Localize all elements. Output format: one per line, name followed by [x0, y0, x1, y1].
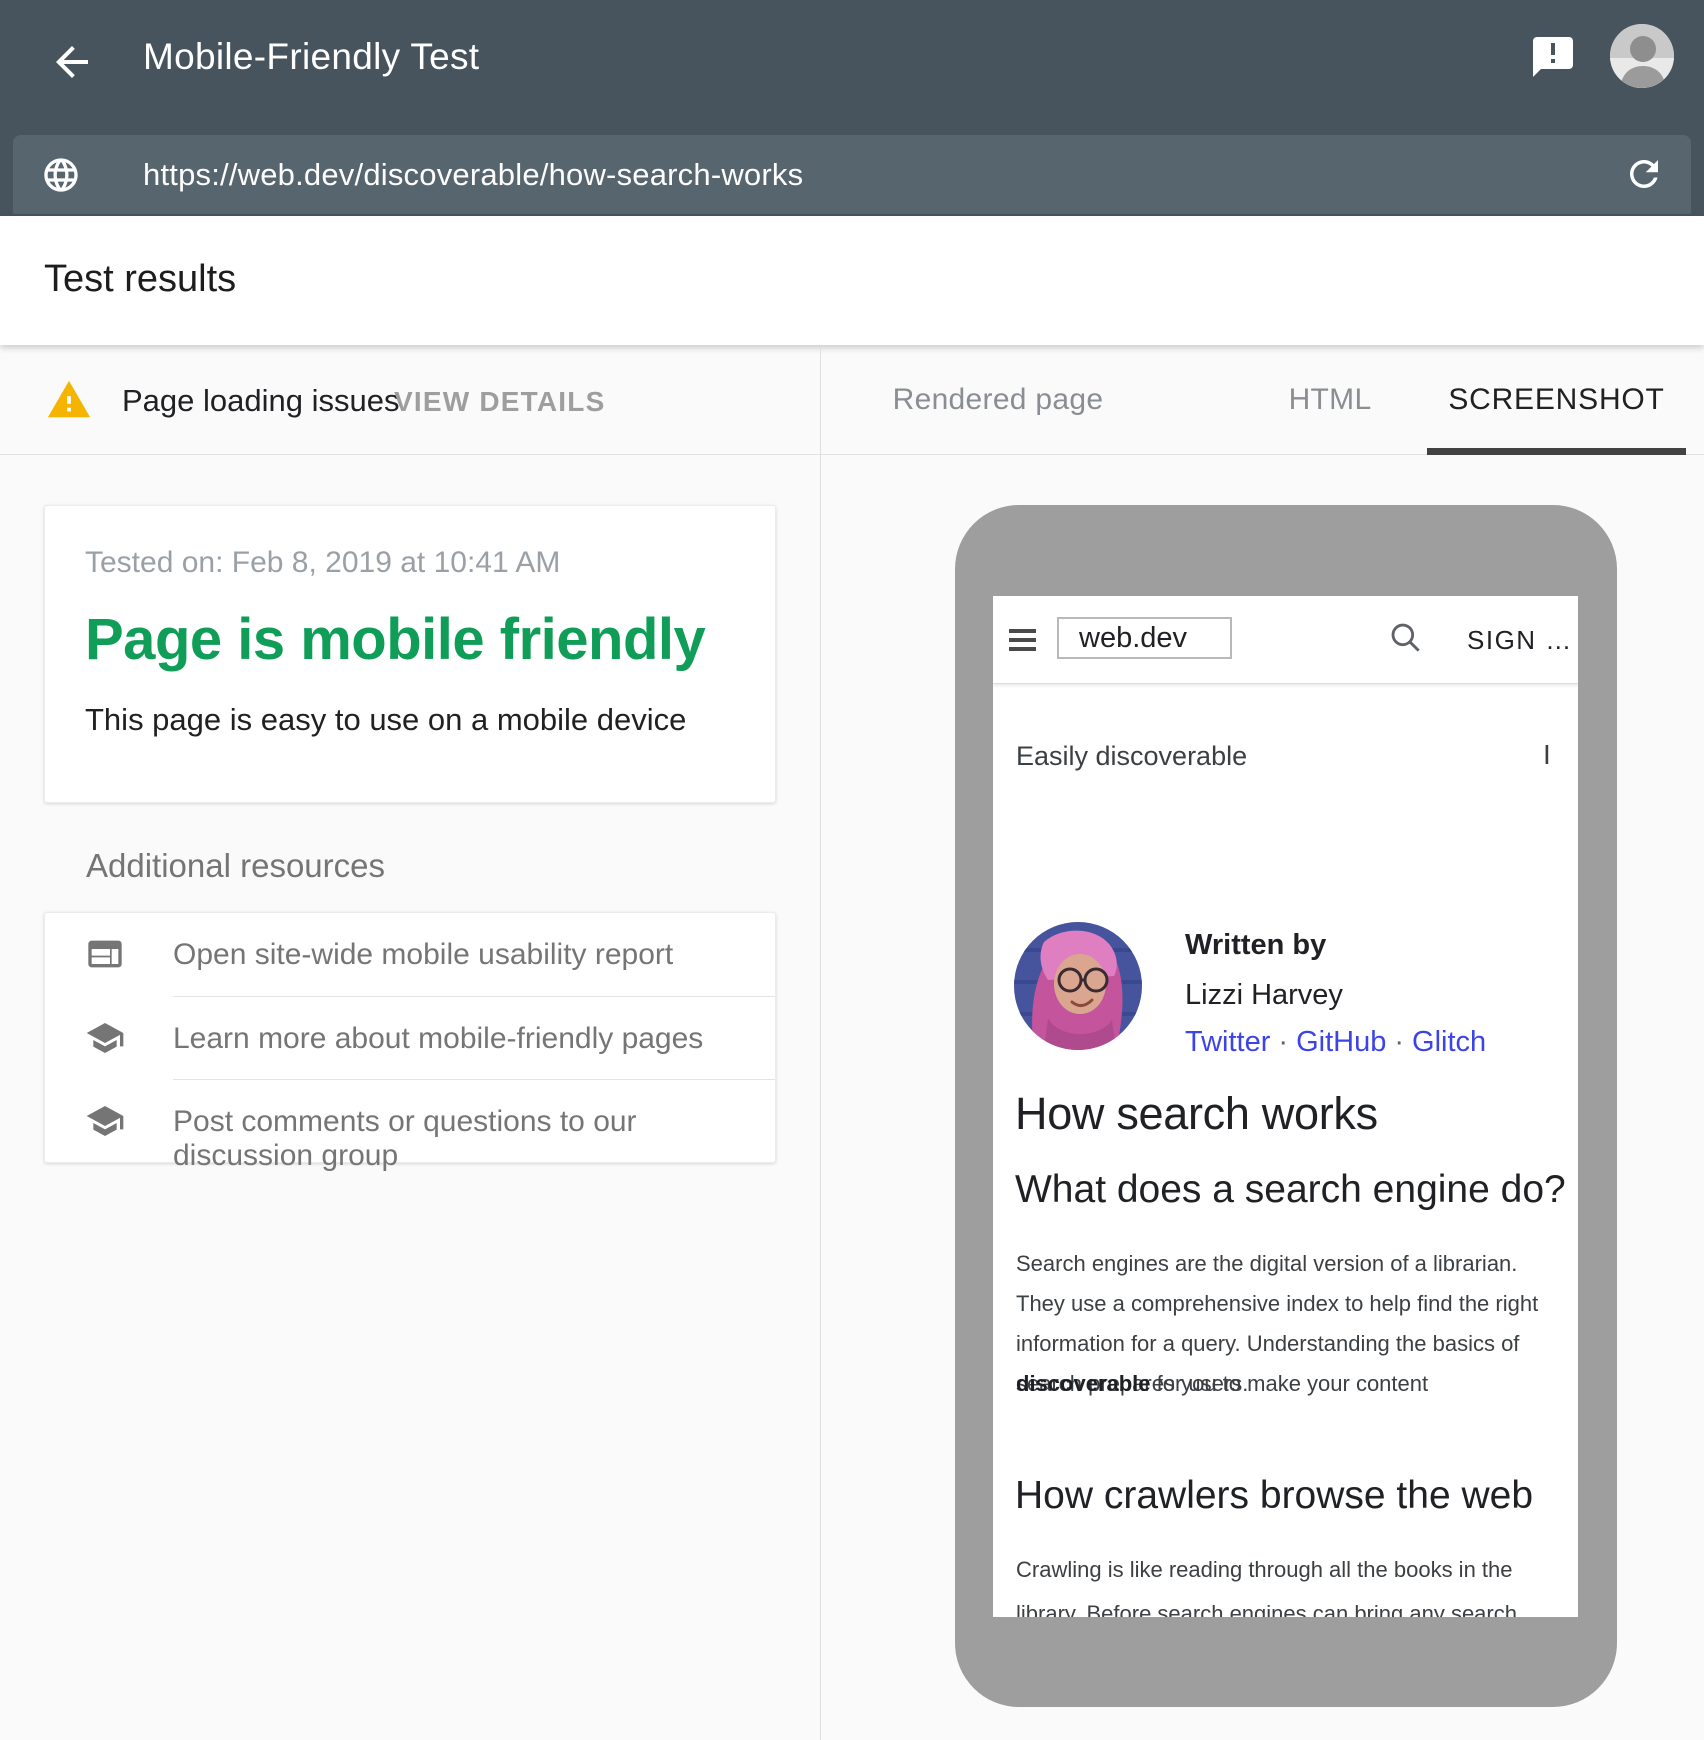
author-avatar [1014, 922, 1142, 1050]
user-avatar[interactable] [1610, 24, 1674, 88]
verdict-text: Page is mobile friendly [85, 606, 705, 673]
verdict-description: This page is easy to use on a mobile dev… [85, 702, 686, 738]
tab-rendered-page[interactable]: Rendered page [860, 345, 1136, 454]
toolbar-row: Page loading issues VIEW DETAILS Rendere… [0, 345, 1704, 455]
panel-divider [820, 345, 821, 1740]
url-text: https://web.dev/discoverable/how-search-… [143, 157, 803, 193]
glitch-link: Glitch [1412, 1026, 1486, 1058]
article-section-heading: What does a search engine do? [1015, 1168, 1566, 1212]
sign-in-label: SIGN … [1467, 625, 1573, 656]
mobile-friendly-test-app: Mobile-Friendly Test https://web.dev/dis… [0, 0, 1704, 1740]
written-by-label: Written by [1185, 929, 1326, 962]
author-name: Lizzi Harvey [1185, 979, 1343, 1012]
resource-label: Post comments or questions to our discus… [173, 1105, 775, 1173]
top-app-bar: Mobile-Friendly Test https://web.dev/dis… [0, 0, 1704, 216]
phone-mockup: web.dev SIGN … Easily discoverable I [955, 505, 1617, 1707]
warning-label: Page loading issues [122, 383, 399, 419]
back-button[interactable] [48, 38, 96, 86]
breadcrumb: Easily discoverable [1016, 741, 1247, 772]
resource-label: Learn more about mobile-friendly pages [173, 1022, 703, 1056]
github-link: GitHub [1296, 1026, 1386, 1058]
resources-card: Open site-wide mobile usability report L… [44, 912, 776, 1163]
article-title: How search works [1015, 1088, 1378, 1140]
refresh-icon[interactable] [1623, 153, 1665, 195]
screenshot-site-appbar: web.dev SIGN … [993, 596, 1578, 684]
link-separator: · [1270, 1026, 1296, 1058]
active-tab-indicator [1427, 448, 1686, 455]
resource-link-usability-report[interactable]: Open site-wide mobile usability report [45, 913, 775, 996]
tested-on-timestamp: Tested on: Feb 8, 2019 at 10:41 AM [85, 546, 560, 580]
view-details-link[interactable]: VIEW DETAILS [394, 386, 605, 418]
bold-keyword: discoverable [1016, 1371, 1151, 1396]
article-paragraph: Crawling is like reading through all the… [1016, 1548, 1568, 1617]
app-title: Mobile-Friendly Test [143, 36, 479, 78]
resource-link-discussion-group[interactable]: Post comments or questions to our discus… [45, 1080, 775, 1163]
tab-screenshot[interactable]: SCREENSHOT [1427, 345, 1686, 454]
page-title: Test results [44, 258, 236, 301]
url-bar[interactable]: https://web.dev/discoverable/how-search-… [13, 135, 1691, 214]
phone-screen: web.dev SIGN … Easily discoverable I [993, 596, 1578, 1617]
hamburger-menu-icon [1009, 629, 1036, 651]
web-report-icon [85, 934, 125, 974]
link-separator: · [1386, 1026, 1412, 1058]
search-icon [1387, 619, 1425, 657]
site-name-box: web.dev [1057, 617, 1232, 659]
resource-link-learn-more[interactable]: Learn more about mobile-friendly pages [45, 997, 775, 1080]
article-section-heading: How crawlers browse the web [1015, 1474, 1533, 1518]
tab-html[interactable]: HTML [1240, 345, 1420, 454]
school-icon [85, 1018, 125, 1058]
author-links: Twitter·GitHub·Glitch [1185, 1026, 1486, 1059]
results-panel: Tested on: Feb 8, 2019 at 10:41 AM Page … [0, 455, 820, 1740]
twitter-link: Twitter [1185, 1026, 1270, 1058]
resources-heading: Additional resources [86, 847, 385, 885]
globe-icon [41, 155, 81, 195]
verdict-card: Tested on: Feb 8, 2019 at 10:41 AM Page … [44, 505, 776, 803]
results-header-band: Test results [0, 216, 1704, 345]
breadcrumb-trailing: I [1543, 739, 1551, 771]
resource-label: Open site-wide mobile usability report [173, 938, 673, 972]
paragraph-tail-text: for users. [1151, 1371, 1249, 1396]
article-paragraph-tail: discoverable for users. [1016, 1364, 1248, 1404]
screenshot-panel: web.dev SIGN … Easily discoverable I [820, 455, 1704, 1740]
school-icon [85, 1101, 125, 1141]
warning-icon [46, 377, 92, 423]
feedback-icon[interactable] [1529, 33, 1577, 81]
site-name: web.dev [1079, 622, 1187, 655]
